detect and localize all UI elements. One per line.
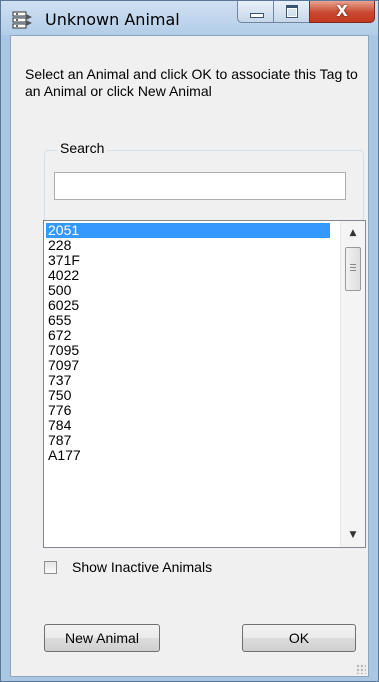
animal-list-item[interactable]: 737 [46, 373, 330, 388]
dialog-window: Unknown Animal X Select an Animal and cl… [0, 0, 379, 682]
close-button[interactable]: X [309, 1, 375, 23]
scroll-up-arrow-icon[interactable]: ▲ [341, 223, 365, 243]
resize-grip-icon[interactable] [356, 664, 366, 674]
minimize-icon [250, 13, 264, 18]
animal-list-item[interactable]: 776 [46, 403, 330, 418]
animal-list-item[interactable]: 371F [46, 253, 330, 268]
animal-listbox[interactable]: 2051 228 371F 4022 500 6025 655 672 7095 7097 737 7… [43, 220, 366, 548]
animal-list-item[interactable]: 4022 [46, 268, 330, 283]
close-icon: X [336, 2, 348, 20]
caption-buttons: X [237, 1, 377, 25]
thumb-grip-icon [350, 264, 356, 273]
show-inactive-label[interactable]: Show Inactive Animals [72, 559, 212, 575]
animal-list-item[interactable]: 7095 [46, 343, 330, 358]
animal-list-item[interactable]: 2051 [46, 223, 330, 238]
new-animal-button[interactable]: New Animal [44, 624, 160, 652]
animal-list-item[interactable]: 500 [46, 283, 330, 298]
maximize-button[interactable] [273, 1, 310, 23]
vertical-scrollbar[interactable]: ▲ ▼ [340, 221, 365, 547]
animal-list-item[interactable]: 655 [46, 313, 330, 328]
scroll-down-arrow-icon[interactable]: ▼ [341, 525, 365, 545]
search-group-label: Search [57, 140, 108, 156]
animal-list-item[interactable]: 228 [46, 238, 330, 253]
animal-list-item[interactable]: 6025 [46, 298, 330, 313]
search-input[interactable] [54, 172, 346, 200]
tag-app-icon[interactable] [12, 10, 34, 30]
window-title: Unknown Animal [45, 10, 180, 29]
animal-list-item[interactable]: 7097 [46, 358, 330, 373]
minimize-button[interactable] [237, 1, 274, 23]
animal-list-item[interactable]: 750 [46, 388, 330, 403]
animal-list-item[interactable]: 784 [46, 418, 330, 433]
dialog-body: Select an Animal and click OK to associa… [10, 35, 369, 677]
instructions-text: Select an Animal and click OK to associa… [25, 66, 358, 99]
title-bar[interactable]: Unknown Animal X [1, 1, 378, 35]
show-inactive-checkbox[interactable] [44, 561, 57, 574]
animal-list-items: 2051 228 371F 4022 500 6025 655 672 7095 7097 737 7… [46, 223, 330, 463]
maximize-icon [286, 5, 298, 18]
scroll-thumb[interactable] [345, 247, 361, 291]
ok-button[interactable]: OK [242, 624, 356, 652]
animal-list-item[interactable]: 787 [46, 433, 330, 448]
animal-list-item[interactable]: 672 [46, 328, 330, 343]
animal-list-item[interactable]: A177 [46, 448, 330, 463]
